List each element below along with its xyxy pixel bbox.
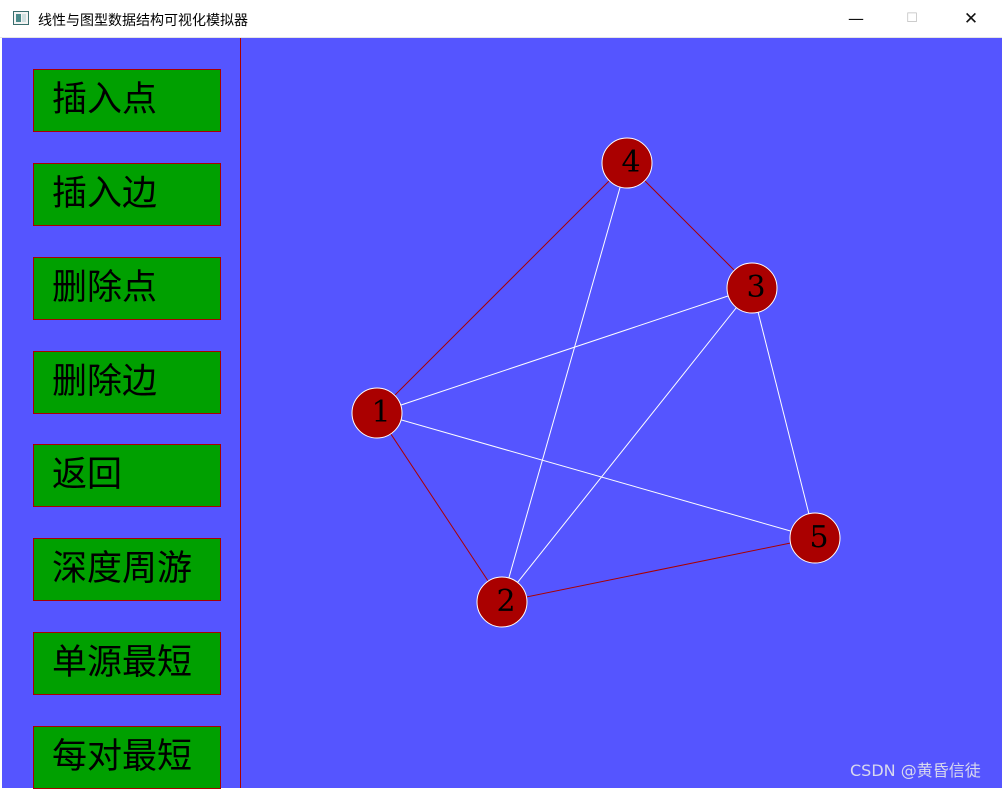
- vertex-label: 2: [496, 584, 515, 619]
- close-button[interactable]: ✕: [948, 0, 994, 37]
- edge-1-3: [376, 287, 753, 414]
- edge-1-5: [376, 412, 816, 539]
- edge-3-5: [751, 287, 816, 539]
- edge-1-2: [376, 412, 503, 603]
- vertex-label: 3: [746, 270, 765, 305]
- vertex-label: 1: [371, 395, 390, 430]
- minimize-button[interactable]: —: [833, 0, 879, 37]
- edge-1-4: [376, 162, 628, 414]
- vertex-label: 5: [809, 520, 828, 555]
- vertex-5[interactable]: 5: [789, 512, 841, 564]
- title-bar: 线性与图型数据结构可视化模拟器 — ☐ ✕: [0, 0, 1002, 38]
- window-title: 线性与图型数据结构可视化模拟器: [38, 13, 248, 29]
- maximize-button[interactable]: ☐: [889, 0, 935, 37]
- vertex-label: 4: [621, 145, 640, 180]
- watermark: CSDN @黄昏信徒: [850, 761, 981, 780]
- vertex-2[interactable]: 2: [476, 576, 528, 628]
- edge-3-2: [501, 287, 753, 603]
- app-icon: [13, 11, 29, 25]
- vertex-3[interactable]: 3: [726, 262, 778, 314]
- vertex-4[interactable]: 4: [601, 137, 653, 189]
- graph-canvas[interactable]: 1 2 3 4 5: [2, 38, 1002, 788]
- edge-2-5: [501, 537, 816, 603]
- vertex-1[interactable]: 1: [351, 387, 403, 439]
- edge-4-2: [501, 162, 628, 603]
- client-area: 插入点 插入边 删除点 删除边 返回 深度周游 单源最短 每对最短 12345 …: [2, 38, 1002, 789]
- edge-4-3: [626, 162, 753, 289]
